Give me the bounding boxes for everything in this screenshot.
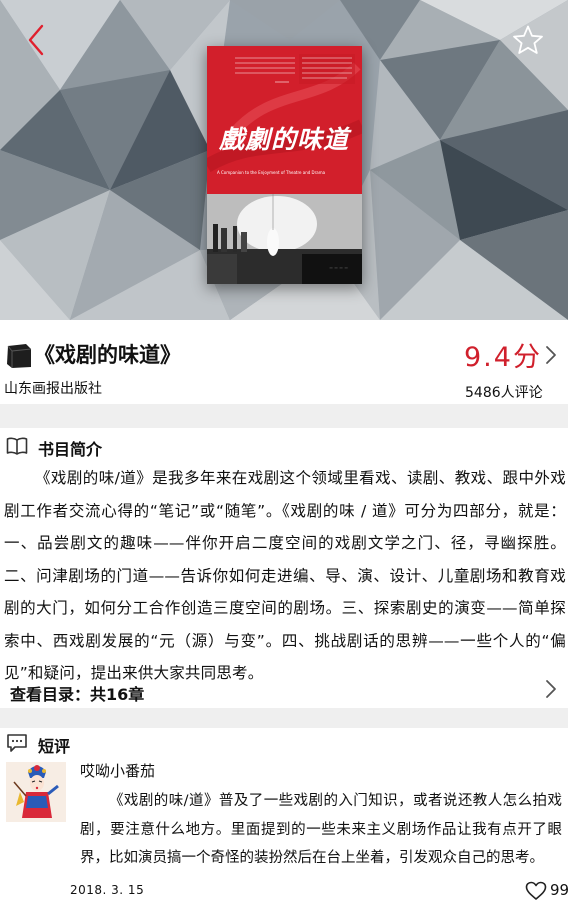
section-divider — [0, 708, 568, 728]
chevron-left-icon[interactable] — [22, 22, 52, 58]
stage-photo-image — [207, 194, 362, 284]
hero-header: 戲劇的味道 A Companion to the Enjoyment of Th… — [0, 0, 568, 320]
book-score[interactable]: 9.4分 — [464, 335, 542, 374]
reviews-heading: 短评 — [38, 737, 71, 756]
comment-icon — [7, 734, 27, 752]
intro-heading: 书目简介 — [38, 440, 103, 459]
cover-red-panel: 戲劇的味道 A Companion to the Enjoyment of Th… — [207, 46, 362, 194]
opera-character-avatar — [6, 762, 66, 822]
book-summary: 《戏剧的味/道》是我多年来在戏剧这个领域里看戏、读剧、教戏、跟中外戏剧工作者交流… — [4, 469, 566, 682]
heart-icon[interactable] — [525, 881, 547, 901]
review-count[interactable]: 5486人评论 — [465, 382, 543, 402]
book-cover[interactable]: 戲劇的味道 A Companion to the Enjoyment of Th… — [207, 46, 362, 284]
section-divider — [0, 404, 568, 428]
like-count: 99 — [550, 881, 568, 899]
cover-title: 戲劇的味道 — [219, 125, 350, 154]
intro-section-header: 书目简介 — [0, 430, 568, 460]
cover-publisher-mark: ▬ ▬ ▬ ▬ — [329, 265, 348, 270]
table-of-contents-row[interactable]: 查看目录：共16章 — [0, 674, 568, 706]
avatar[interactable] — [6, 762, 66, 822]
review-text: 《戏剧的味/道》普及了一些戏剧的入门知识，或者说还教人怎么拍戏剧，要注意什么地方… — [80, 793, 562, 866]
star-outline-icon[interactable] — [512, 24, 544, 56]
toc-label: 查看目录：共16章 — [10, 685, 145, 704]
book-publisher: 山东画报出版社 — [4, 381, 102, 397]
reviews-section-header: 短评 — [0, 728, 568, 758]
book-icon — [7, 344, 32, 368]
cover-stage-photo: ▬ ▬ ▬ ▬ — [207, 194, 362, 284]
chevron-right-icon — [546, 680, 556, 698]
book-title: 《戏剧的味道》 — [34, 343, 181, 367]
review-date: 2018. 3. 15 — [70, 883, 145, 897]
reviewer-name[interactable]: 哎呦小番茄 — [80, 760, 155, 781]
cover-subtitle: A Companion to the Enjoyment of Theatre … — [217, 170, 326, 175]
chevron-right-icon[interactable] — [544, 344, 558, 366]
open-book-icon — [6, 437, 28, 455]
